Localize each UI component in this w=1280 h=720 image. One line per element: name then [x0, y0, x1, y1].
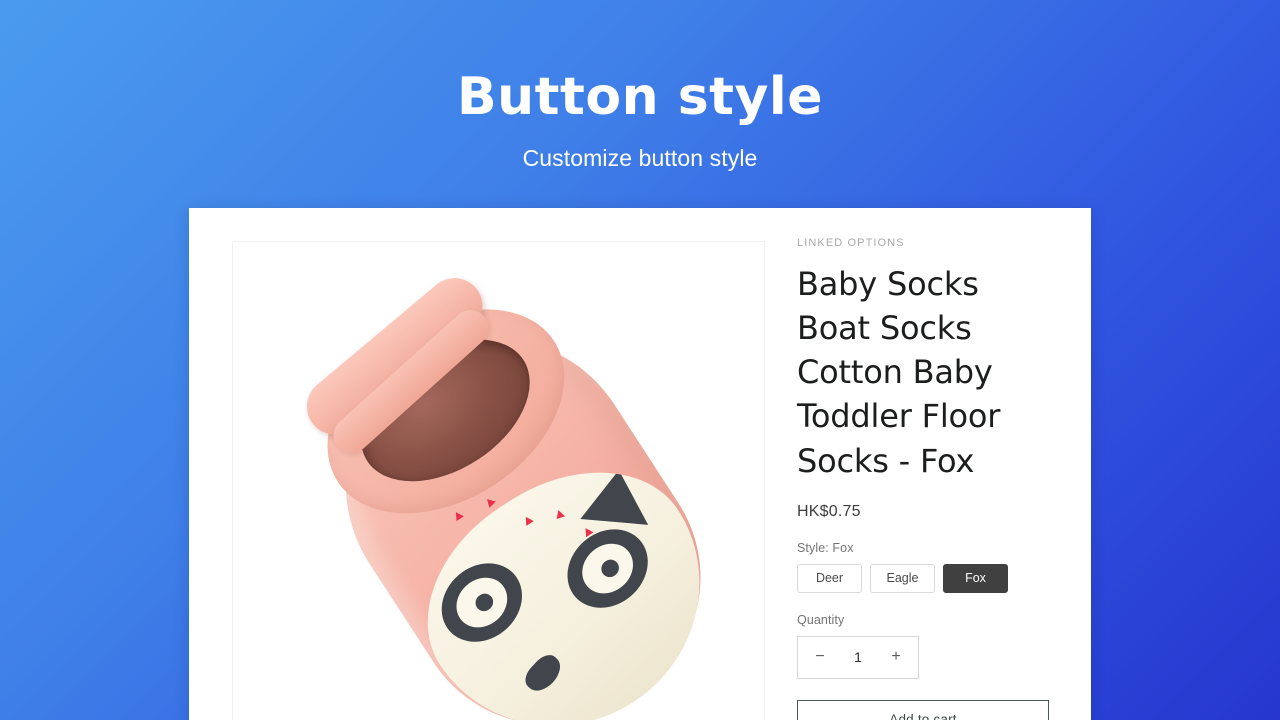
product-image-frame[interactable] [232, 241, 765, 720]
style-variant-group: Deer Eagle Fox [797, 563, 1049, 593]
hero-section: Button style Customize button style [0, 0, 1280, 172]
quantity-label: Quantity [797, 612, 845, 627]
quantity-value[interactable]: 1 [854, 649, 862, 665]
product-gallery-column [189, 208, 765, 720]
product-price: HK$0.75 [797, 502, 861, 520]
add-to-cart-button[interactable]: Add to cart [797, 699, 1049, 720]
product-image-baby-sock [233, 242, 764, 720]
quantity-stepper: − 1 + [797, 635, 919, 679]
quantity-increase-button[interactable]: + [888, 649, 904, 665]
variant-button-eagle[interactable]: Eagle [870, 563, 935, 593]
style-option-label: Style: Fox [797, 540, 854, 555]
sock-nose-shape [520, 649, 567, 697]
page-background: Button style Customize button style LINK… [0, 0, 1280, 720]
sock-eye-left-inner [446, 567, 518, 638]
sock-eye-left-pupil [471, 590, 497, 615]
sock-eye-right [551, 513, 664, 624]
sock-eye-right-inner [572, 533, 644, 604]
linked-options-label: LINKED OPTIONS [797, 237, 905, 249]
page-subtitle: Customize button style [522, 144, 758, 171]
quantity-decrease-button[interactable]: − [812, 649, 828, 665]
variant-button-deer[interactable]: Deer [797, 563, 862, 593]
sock-illustration [243, 242, 764, 720]
product-title: Baby Socks Boat Socks Cotton Baby Toddle… [797, 265, 1001, 480]
variant-button-fox[interactable]: Fox [943, 563, 1008, 593]
sock-eye-right-pupil [597, 556, 623, 581]
product-info-column: LINKED OPTIONS Baby Socks Boat Socks Cot… [765, 208, 1091, 720]
page-title: Button style [456, 67, 823, 127]
product-card: LINKED OPTIONS Baby Socks Boat Socks Cot… [189, 208, 1091, 720]
sock-ear-shape [580, 467, 653, 525]
